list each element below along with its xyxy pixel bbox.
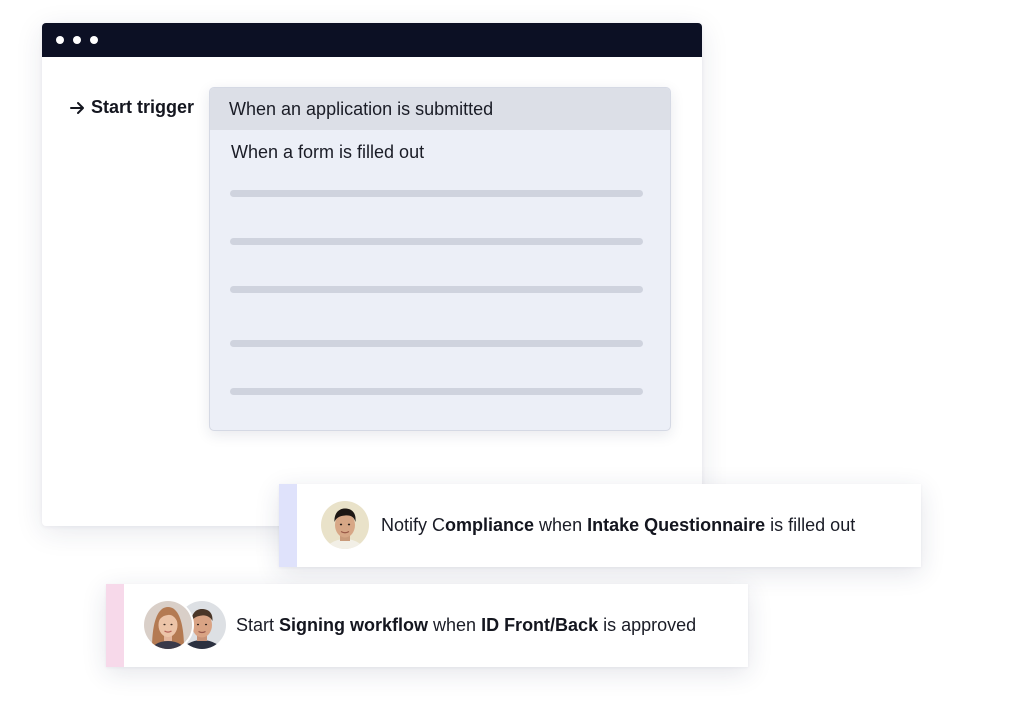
- card-text: when: [534, 515, 588, 535]
- placeholder-option-bar[interactable]: [230, 238, 643, 245]
- placeholder-option-bar[interactable]: [230, 190, 643, 197]
- card-text-bold: ompliance: [445, 515, 535, 535]
- window-dot-icon: [56, 36, 64, 44]
- avatar-man-icon: [321, 501, 369, 549]
- placeholder-option-bar[interactable]: [230, 286, 643, 293]
- card-text-bold: Intake Questionnaire: [587, 515, 766, 535]
- placeholder-option-bar[interactable]: [230, 388, 643, 395]
- card-text-bold: Signing workflow: [279, 615, 429, 635]
- card-text: when: [428, 615, 482, 635]
- trigger-dropdown[interactable]: When an application is submitted When a …: [209, 87, 671, 431]
- window-titlebar: [42, 23, 702, 57]
- dropdown-option[interactable]: When a form is filled out: [210, 130, 670, 174]
- workflow-window: Start trigger When an application is sub…: [42, 23, 702, 526]
- avatar: [319, 499, 371, 551]
- card-text: Start: [236, 615, 280, 635]
- start-trigger-label: Start trigger: [70, 97, 194, 118]
- card-message: Notify Compliance when Intake Questionna…: [381, 515, 855, 536]
- card-accent-bar: [106, 584, 124, 667]
- card-text: Notify C: [381, 515, 446, 535]
- window-dot-icon: [90, 36, 98, 44]
- avatar-woman-icon: [144, 601, 192, 649]
- dropdown-option-selected-label: When an application is submitted: [229, 98, 494, 119]
- start-trigger-text: Start trigger: [91, 97, 195, 117]
- card-accent-bar: [279, 484, 297, 567]
- dropdown-option-selected[interactable]: When an application is submitted: [210, 88, 670, 130]
- notification-card-compliance[interactable]: Notify Compliance when Intake Questionna…: [279, 484, 921, 567]
- arrow-right-icon: [70, 101, 84, 114]
- avatar: [142, 599, 194, 651]
- window-dot-icon: [73, 36, 81, 44]
- dropdown-option-label: When a form is filled out: [231, 141, 425, 162]
- card-text-bold: ID Front/Back: [481, 615, 599, 635]
- card-text: is filled out: [765, 515, 856, 535]
- card-message: Start Signing workflow when ID Front/Bac…: [236, 615, 696, 636]
- notification-card-signing[interactable]: Start Signing workflow when ID Front/Bac…: [106, 584, 748, 667]
- card-text: is approved: [598, 615, 697, 635]
- placeholder-option-bar[interactable]: [230, 340, 643, 347]
